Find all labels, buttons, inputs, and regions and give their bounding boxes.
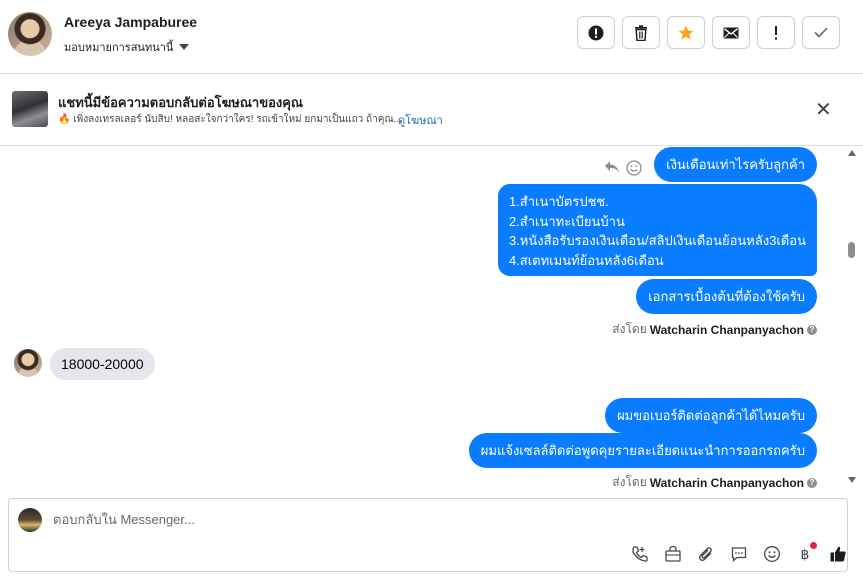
assign-conversation-dropdown[interactable]: มอบหมายการสนทนานี้ xyxy=(64,38,190,56)
sender-name: Watcharin Chanpanyachon xyxy=(649,322,804,337)
message-tools xyxy=(604,160,642,180)
thread-scrollbar[interactable] xyxy=(845,147,859,491)
mark-done-button[interactable] xyxy=(802,16,840,49)
sent-by-label: ส่งโดย Watcharin Chanpanyachon ? xyxy=(612,473,817,491)
message-line: 2.สำเนาทะเบียนบ้าน xyxy=(508,213,625,229)
mark-unread-button[interactable] xyxy=(712,16,750,49)
star-icon xyxy=(678,25,694,40)
ad-banner-title: แชทนี้มีข้อความตอบกลับต่อโฆษณาของคุณ xyxy=(58,95,303,110)
saved-replies-icon[interactable] xyxy=(722,543,755,565)
ad-reply-banner: แชทนี้มีข้อความตอบกลับต่อโฆษณาของคุณ 🔥 เ… xyxy=(0,74,863,146)
view-ad-link[interactable]: ดูโฆษณา xyxy=(398,111,443,129)
message-line: 4.สเตทเมนท์ย้อนหลัง6เดือน xyxy=(508,252,664,268)
message-thread[interactable]: เงินเดือนเท่าไรครับลูกค้า 1.สำเนาบัตรปชช… xyxy=(0,147,845,491)
outgoing-message[interactable]: เอกสารเบื้องต้นที่ต้องใช้ครับ xyxy=(636,279,817,314)
reply-input[interactable] xyxy=(53,512,553,527)
sender-name: Watcharin Chanpanyachon xyxy=(649,475,804,490)
sent-by-label: ส่งโดย Watcharin Chanpanyachon ? xyxy=(612,320,817,339)
like-thumb-icon[interactable] xyxy=(821,543,854,565)
sent-by-prefix: ส่งโดย xyxy=(612,475,647,489)
contact-avatar[interactable] xyxy=(8,12,52,56)
caret-down-icon xyxy=(179,44,190,50)
call-icon[interactable] xyxy=(623,543,656,565)
reply-composer: ฿ xyxy=(8,498,848,572)
notification-dot xyxy=(810,542,817,549)
trash-icon xyxy=(635,24,647,41)
composer-tools: ฿ xyxy=(623,542,854,565)
outgoing-message[interactable]: ผมขอเบอร์ติดต่อลูกค้าได้ไหมครับ xyxy=(605,398,817,433)
alert-circle-icon xyxy=(588,25,604,40)
payment-baht-icon[interactable]: ฿ xyxy=(788,542,821,565)
header-actions xyxy=(577,16,840,49)
attachment-icon[interactable] xyxy=(689,543,722,565)
shopping-bag-icon[interactable] xyxy=(656,543,689,565)
contact-avatar-small[interactable] xyxy=(14,349,42,377)
spam-button[interactable] xyxy=(577,16,615,49)
info-icon[interactable]: ? xyxy=(807,477,817,488)
exclamation-icon xyxy=(775,25,777,40)
conversation-header: Areeya Jampaburee มอบหมายการสนทนานี้ xyxy=(0,0,863,74)
ad-thumbnail[interactable] xyxy=(12,91,48,127)
outgoing-message[interactable]: ผมแจ้งเซลล์ติดต่อพูดคุยรายละเอียดแนะนำกา… xyxy=(468,433,817,468)
svg-text:฿: ฿ xyxy=(800,547,809,563)
close-icon[interactable]: ✕ xyxy=(815,100,832,120)
react-smiley-icon[interactable] xyxy=(626,160,642,180)
incoming-message[interactable]: 18000-20000 xyxy=(50,348,155,380)
follow-up-button[interactable] xyxy=(757,16,795,49)
assign-label: มอบหมายการสนทนานี้ xyxy=(64,42,174,54)
delete-button[interactable] xyxy=(622,16,660,49)
emoji-icon[interactable] xyxy=(755,543,788,565)
scroll-up-arrow-icon[interactable] xyxy=(848,150,856,156)
sent-by-prefix: ส่งโดย xyxy=(612,322,647,336)
info-icon[interactable]: ? xyxy=(807,324,817,335)
scrollbar-thumb[interactable] xyxy=(848,242,855,258)
ad-banner-text: 🔥 เพิ่งลงเทรลเลอร์ นับสิบ! หลอสะใจกว่าใค… xyxy=(58,114,402,125)
message-line: 3.หนังสือรับรองเงินเดือน/สลิปเงินเดือนย้… xyxy=(508,233,806,248)
checkmark-icon xyxy=(814,27,828,38)
outgoing-message-list[interactable]: 1.สำเนาบัตรปชช. 2.สำเนาทะเบียนบ้าน 3.หนั… xyxy=(497,184,817,276)
contact-name[interactable]: Areeya Jampaburee xyxy=(64,14,197,30)
star-button[interactable] xyxy=(667,16,705,49)
scroll-down-arrow-icon[interactable] xyxy=(848,477,856,483)
page-avatar xyxy=(18,508,42,532)
envelope-icon xyxy=(723,27,739,38)
outgoing-message[interactable]: เงินเดือนเท่าไรครับลูกค้า xyxy=(654,147,817,182)
reply-icon[interactable] xyxy=(604,160,620,180)
message-line: 1.สำเนาบัตรปชช. xyxy=(508,194,609,209)
